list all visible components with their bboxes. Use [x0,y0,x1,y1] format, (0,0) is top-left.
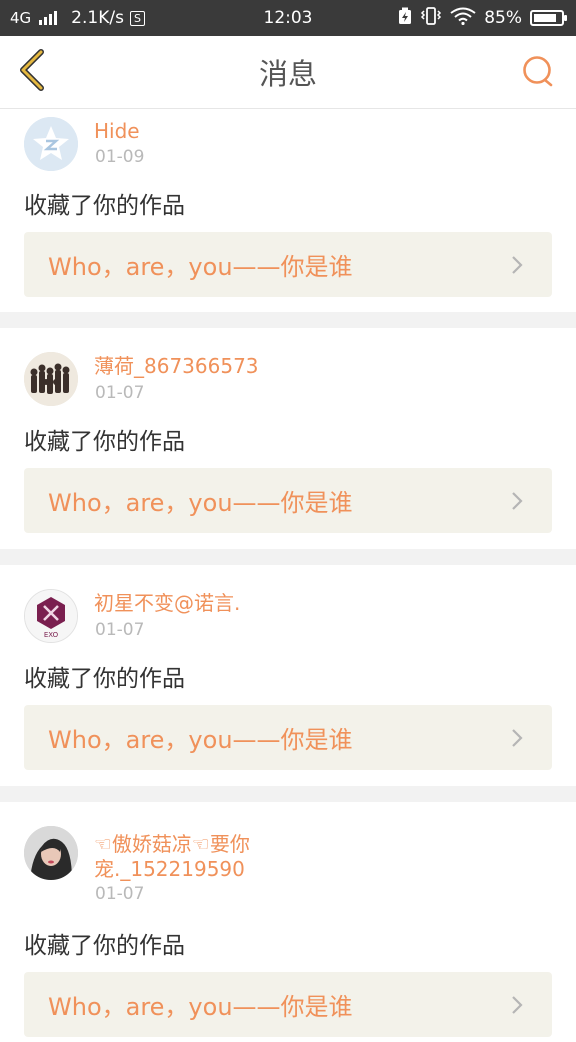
message-card: EXO 初星不变@诺言. 01-07 收藏了你的作品 Who，are，you——… [0,565,576,786]
qzone-star-icon [24,117,78,171]
battery-percent: 85% [484,8,522,28]
search-icon [521,54,555,92]
nav-bar: 消息 [0,36,576,109]
svg-text:EXO: EXO [44,631,59,639]
divider [0,312,576,328]
username[interactable]: 薄荷_867366573 [94,354,259,379]
username[interactable]: 初星不变@诺言. [94,591,240,616]
work-link[interactable]: Who，are，you——你是谁 [24,468,552,533]
time: 12:03 [263,8,313,28]
search-button[interactable] [518,53,558,93]
username[interactable]: Hide [94,119,140,144]
work-title: Who，are，you——你是谁 [48,993,353,1021]
message-date: 01-07 [95,620,145,640]
chevron-right-icon [502,486,532,516]
action-text: 收藏了你的作品 [24,666,185,692]
username[interactable]: ☜傲娇菇凉☜要你宠._152219590 [94,832,314,882]
avatar[interactable]: EXO [24,589,78,643]
work-link[interactable]: Who，are，you——你是谁 [24,972,552,1037]
battery-charging-icon [398,7,412,30]
chevron-right-icon [502,723,532,753]
work-title: Who，are，you——你是谁 [48,489,353,517]
action-text: 收藏了你的作品 [24,933,185,959]
chevron-right-icon [502,990,532,1020]
status-right: 85% [398,0,567,36]
group-photo-avatar [24,352,78,406]
status-bar: 4G 2.1K/s S 12:03 85% [0,0,576,36]
action-text: 收藏了你的作品 [24,429,185,455]
exo-logo-avatar: EXO [25,590,77,642]
work-title: Who，are，you——你是谁 [48,253,353,281]
message-date: 01-07 [95,383,145,403]
message-card: ☜傲娇菇凉☜要你宠._152219590 01-07 收藏了你的作品 Who，a… [0,802,576,1042]
page-title: 消息 [258,57,317,91]
action-text: 收藏了你的作品 [24,193,185,219]
work-link[interactable]: Who，are，you——你是谁 [24,705,552,770]
vibrate-icon [420,6,442,30]
battery-fill [534,14,556,22]
work-title: Who，are，you——你是谁 [48,726,353,754]
message-date: 01-07 [95,884,145,904]
message-card: 薄荷_867366573 01-07 收藏了你的作品 Who，are，you——… [0,328,576,549]
message-card: Hide 01-09 收藏了你的作品 Who，are，you——你是谁 [0,109,576,312]
chevron-right-icon [502,250,532,280]
avatar[interactable] [24,352,78,406]
divider [0,549,576,565]
divider [0,786,576,802]
avatar[interactable] [24,117,78,171]
battery-icon [530,10,567,26]
wifi-icon [450,7,476,30]
portrait-avatar [24,826,78,880]
work-link[interactable]: Who，are，you——你是谁 [24,232,552,297]
message-date: 01-09 [95,147,145,167]
avatar[interactable] [24,826,78,880]
